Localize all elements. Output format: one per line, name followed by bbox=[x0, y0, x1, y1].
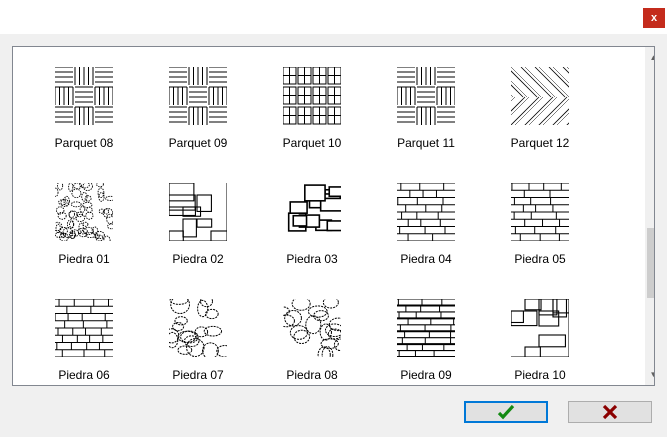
stone-block-pattern bbox=[169, 183, 227, 241]
scroll-thumb[interactable] bbox=[647, 228, 654, 298]
stone-cobble-pattern bbox=[169, 299, 227, 357]
pattern-tile[interactable]: Parquet 10 bbox=[257, 67, 367, 177]
parquet-grid-pattern bbox=[283, 67, 341, 125]
pattern-label: Piedra 10 bbox=[514, 368, 566, 382]
pattern-label: Parquet 11 bbox=[397, 136, 455, 150]
pattern-tile[interactable]: Parquet 09 bbox=[143, 67, 253, 177]
pattern-tile[interactable]: Piedra 04 bbox=[371, 183, 481, 293]
pattern-label: Piedra 08 bbox=[286, 368, 338, 382]
stone-ashlar-pattern bbox=[397, 299, 455, 357]
stone-brick-pattern bbox=[55, 299, 113, 357]
pattern-tile[interactable]: Piedra 05 bbox=[485, 183, 595, 293]
stone-block-pattern bbox=[511, 299, 569, 357]
stone-brick-pattern bbox=[397, 183, 455, 241]
pattern-tile[interactable]: Piedra 06 bbox=[29, 299, 139, 385]
pattern-tile[interactable]: Piedra 03 bbox=[257, 183, 367, 293]
pattern-label: Parquet 09 bbox=[168, 136, 228, 150]
stone-cobble-pattern bbox=[283, 299, 341, 357]
pattern-label: Piedra 04 bbox=[400, 252, 452, 266]
pattern-tile[interactable]: Parquet 11 bbox=[371, 67, 481, 177]
pattern-label: Piedra 01 bbox=[58, 252, 110, 266]
pattern-label: Parquet 08 bbox=[54, 136, 114, 150]
pattern-label: Piedra 02 bbox=[172, 252, 224, 266]
pattern-tile[interactable]: Parquet 12 bbox=[485, 67, 595, 177]
pattern-tile[interactable]: Parquet 08 bbox=[29, 67, 139, 177]
parquet-basketweave-pattern bbox=[169, 67, 227, 125]
pattern-label: Parquet 12 bbox=[510, 136, 570, 150]
pattern-list: Parquet 08 Parquet 09 Parquet 10 Parquet 11… bbox=[12, 46, 655, 386]
parquet-basketweave-pattern bbox=[55, 67, 113, 125]
pattern-tile[interactable]: Piedra 08 bbox=[257, 299, 367, 385]
pattern-tile[interactable]: Piedra 01 bbox=[29, 183, 139, 293]
scroll-down-arrow-icon[interactable]: ▼ bbox=[645, 366, 654, 383]
pattern-tile[interactable]: Piedra 10 bbox=[485, 299, 595, 385]
parquet-herringbone-pattern bbox=[511, 67, 569, 125]
window-close-button[interactable]: x bbox=[643, 8, 665, 28]
pattern-label: Piedra 06 bbox=[58, 368, 110, 382]
pattern-label: Piedra 05 bbox=[514, 252, 566, 266]
pattern-tile[interactable]: Piedra 07 bbox=[143, 299, 253, 385]
stone-brick-pattern bbox=[511, 183, 569, 241]
scroll-up-arrow-icon[interactable]: ▲ bbox=[645, 49, 654, 66]
pattern-tile[interactable]: Piedra 02 bbox=[143, 183, 253, 293]
pattern-label: Piedra 03 bbox=[286, 252, 338, 266]
cross-icon bbox=[602, 404, 618, 420]
cancel-button[interactable] bbox=[568, 401, 652, 423]
pattern-tile[interactable]: Piedra 09 bbox=[371, 299, 481, 385]
vertical-scrollbar[interactable]: ▲ ▼ bbox=[645, 47, 654, 385]
checkmark-icon bbox=[497, 404, 515, 420]
pattern-label: Parquet 10 bbox=[282, 136, 342, 150]
pattern-label: Piedra 09 bbox=[400, 368, 452, 382]
stone-flagstone-pattern bbox=[283, 183, 341, 241]
stone-pebble-pattern bbox=[55, 183, 113, 241]
ok-button[interactable] bbox=[464, 401, 548, 423]
title-bar: x bbox=[0, 0, 667, 34]
parquet-basketweave-pattern bbox=[397, 67, 455, 125]
pattern-label: Piedra 07 bbox=[172, 368, 224, 382]
